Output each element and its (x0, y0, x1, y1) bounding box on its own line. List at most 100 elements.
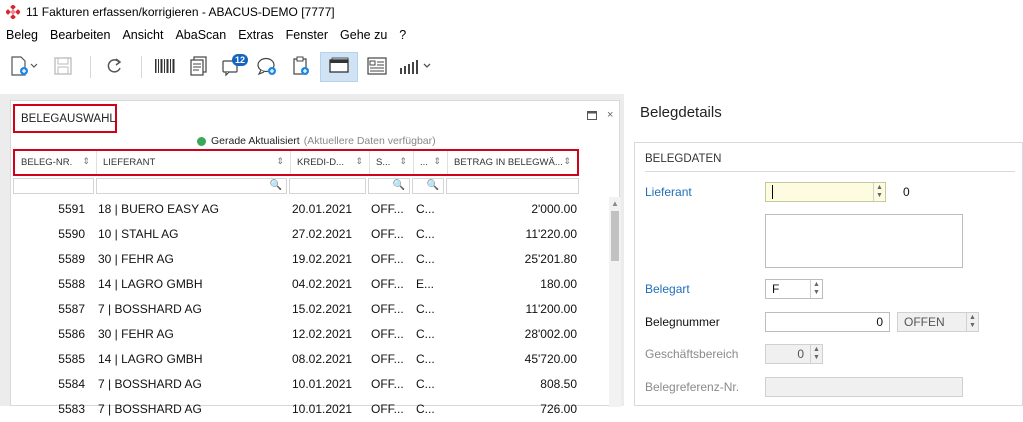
documents-button[interactable] (184, 52, 214, 82)
status-select[interactable]: OFFEN ▲ ▼ (897, 312, 979, 332)
status-spinner[interactable]: ▲ ▼ (966, 313, 978, 331)
maximize-icon[interactable] (587, 111, 597, 123)
toolbar-separator (141, 56, 142, 78)
barcode-button[interactable] (150, 52, 180, 82)
sort-icon: ⇕ (563, 156, 571, 166)
belegauswahl-panel: BELEGAUSWAHL × Gerade Aktualisiert (Aktu… (10, 100, 621, 416)
messages-button[interactable]: 12 (218, 52, 248, 82)
column-header-betrag[interactable]: BETRAG IN BELEGWÄ... ⇕ (448, 151, 577, 174)
table-scrollbar[interactable]: ▲ (609, 197, 621, 407)
refresh-icon (104, 56, 124, 79)
belegart-input[interactable]: F ▲ ▼ (765, 279, 823, 299)
save-button[interactable] (48, 52, 78, 82)
clipboard-add-button[interactable] (286, 52, 316, 82)
title-bar: 11 Fakturen erfassen/korrigieren - ABACU… (0, 0, 1023, 24)
table-row[interactable]: 5585 14 | LAGRO GMBH 08.02.2021 OFF... C… (11, 347, 611, 372)
column-header-kredi-datum[interactable]: KREDI-D... ⇕ (291, 151, 370, 174)
toolbar: 12 (0, 50, 1023, 84)
column-header-other[interactable]: ... ⇕ (414, 151, 448, 174)
sort-icon: ⇕ (276, 156, 284, 166)
chart-dropdown-button[interactable] (396, 52, 436, 82)
belegdetails-title: Belegdetails (640, 104, 722, 121)
filter-betrag-input[interactable] (446, 178, 579, 194)
save-icon (53, 56, 73, 79)
table-row[interactable]: 5591 18 | BUERO EASY AG 20.01.2021 OFF..… (11, 197, 611, 222)
filter-status-input[interactable]: 🔍 (368, 178, 410, 194)
refresh-status-text: Gerade Aktualisiert (211, 135, 300, 147)
belegnummer-label: Belegnummer (645, 315, 720, 329)
belegart-spinner[interactable]: ▲ ▼ (810, 280, 822, 298)
new-document-button[interactable] (4, 52, 44, 82)
filter-other-input[interactable]: 🔍 (412, 178, 444, 194)
comment-add-icon (255, 55, 279, 80)
menu-extras[interactable]: Extras (238, 28, 273, 42)
close-icon[interactable]: × (607, 109, 613, 121)
geschaeftsbereich-spinner[interactable]: ▲ ▼ (810, 345, 822, 363)
menu-bar: Beleg Bearbeiten Ansicht AbaScan Extras … (0, 24, 1023, 46)
table-row[interactable]: 5583 7 | BOSSHARD AG 10.01.2021 OFF... C… (11, 397, 611, 422)
menu-fenster[interactable]: Fenster (286, 28, 328, 42)
scroll-up-icon[interactable]: ▲ (611, 199, 619, 208)
lieferant-number: 0 (903, 185, 910, 199)
lieferant-input[interactable]: ▲ ▼ (765, 182, 886, 202)
refresh-hint-text[interactable]: (Aktuellere Daten verfügbar) (304, 135, 436, 147)
menu-gehe-zu[interactable]: Gehe zu (340, 28, 387, 42)
filter-kredi-datum-input[interactable] (289, 178, 366, 194)
belegnummer-input[interactable]: 0 (765, 312, 890, 332)
filter-row: 🔍 🔍 🔍 (11, 176, 586, 196)
menu-bearbeiten[interactable]: Bearbeiten (50, 28, 110, 42)
refresh-status: Gerade Aktualisiert (Aktuellere Daten ve… (197, 135, 436, 147)
table-row[interactable]: 5584 7 | BOSSHARD AG 10.01.2021 OFF... C… (11, 372, 611, 397)
menu-beleg[interactable]: Beleg (6, 28, 38, 42)
belegreferenz-input[interactable] (765, 377, 963, 397)
bar-chart-icon (398, 56, 434, 79)
table-row[interactable]: 5590 10 | STAHL AG 27.02.2021 OFF... C..… (11, 222, 611, 247)
table-row[interactable]: 5588 14 | LAGRO GMBH 04.02.2021 OFF... E… (11, 272, 611, 297)
detail-view-button[interactable] (362, 52, 392, 82)
message-count-badge: 12 (231, 54, 248, 66)
table-header: BELEG-NR. ⇕ LIEFERANT ⇕ KREDI-D... ⇕ S... ⇕ … (13, 149, 579, 176)
sort-icon: ⇕ (82, 156, 90, 166)
geschaeftsbereich-input[interactable]: 0 ▲ ▼ (765, 344, 823, 364)
window-view-icon (327, 56, 351, 79)
window-view-button[interactable] (320, 52, 358, 82)
table-row[interactable]: 5586 30 | FEHR AG 12.02.2021 OFF... C...… (11, 322, 611, 347)
detail-view-icon (366, 56, 388, 79)
search-icon: 🔍 (392, 180, 405, 191)
search-icon: 🔍 (269, 180, 282, 191)
scrollbar-thumb[interactable] (611, 211, 619, 261)
menu-ansicht[interactable]: Ansicht (122, 28, 163, 42)
table-row[interactable]: 5587 7 | BOSSHARD AG 15.02.2021 OFF... C… (11, 297, 611, 322)
column-header-lieferant[interactable]: LIEFERANT ⇕ (97, 151, 291, 174)
table-row[interactable]: 5589 30 | FEHR AG 19.02.2021 OFF... C...… (11, 247, 611, 272)
filter-beleg-nr-input[interactable] (13, 178, 94, 194)
section-divider (645, 171, 1015, 172)
lieferant-spinner[interactable]: ▲ ▼ (873, 183, 885, 201)
filter-lieferant-input[interactable]: 🔍 (96, 178, 287, 194)
refresh-button[interactable] (99, 52, 129, 82)
belegreferenz-label: Belegreferenz-Nr. (645, 380, 740, 394)
sort-icon: ⇕ (399, 156, 407, 166)
search-icon: 🔍 (426, 180, 439, 191)
documents-icon (188, 55, 210, 80)
column-header-beleg-nr[interactable]: BELEG-NR. ⇕ (15, 151, 97, 174)
menu-abascan[interactable]: AbaScan (175, 28, 226, 42)
new-document-icon (9, 55, 39, 80)
clipboard-add-icon (290, 55, 312, 80)
lieferant-address-box[interactable] (765, 214, 963, 268)
belegart-label[interactable]: Belegart (645, 282, 690, 296)
abacus-logo-icon (6, 5, 20, 19)
belegdetails-panel: BELEGDATEN Lieferant ▲ ▼ 0 Belegart F ▲ ▼ … (634, 142, 1023, 406)
window-title: 11 Fakturen erfassen/korrigieren - ABACU… (26, 5, 335, 19)
geschaeftsbereich-label: Geschäftsbereich (645, 347, 739, 361)
status-ok-icon (197, 136, 206, 146)
lieferant-label[interactable]: Lieferant (645, 185, 692, 199)
section-title: BELEGDATEN (645, 153, 722, 165)
text-cursor (772, 185, 773, 199)
toolbar-separator (90, 56, 91, 78)
sort-icon: ⇕ (433, 156, 441, 166)
barcode-icon (154, 57, 176, 78)
menu-help[interactable]: ? (399, 28, 406, 42)
column-header-status[interactable]: S... ⇕ (370, 151, 414, 174)
comment-add-button[interactable] (252, 52, 282, 82)
